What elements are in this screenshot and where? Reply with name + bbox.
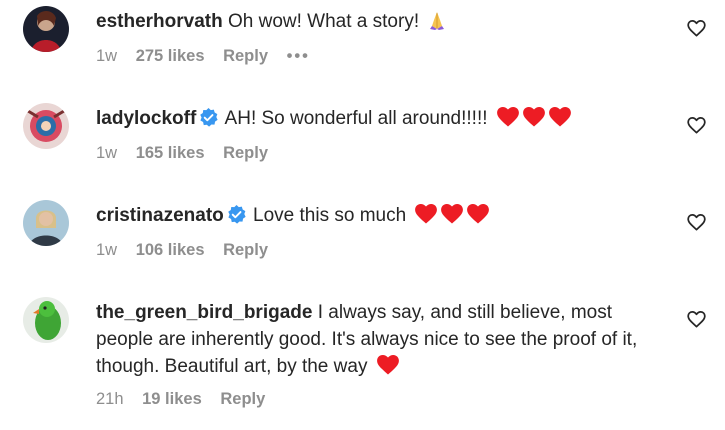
like-heart-icon[interactable]	[687, 19, 706, 38]
username[interactable]: cristinazenato	[96, 205, 224, 226]
like-heart-icon[interactable]	[687, 116, 706, 135]
three-red-hearts-icon	[411, 205, 489, 226]
comment-age: 1w	[96, 144, 118, 162]
comment-age: 1w	[96, 241, 118, 259]
username[interactable]: the_green_bird_brigade	[96, 302, 312, 323]
comment-meta: 21h 19 likes Reply	[96, 390, 279, 409]
more-options-button[interactable]: •••	[287, 47, 310, 65]
comment-text: Oh wow! What a story!	[227, 11, 420, 32]
red-heart-icon	[377, 355, 399, 375]
comment-text: Love this so much	[253, 205, 407, 226]
like-heart-icon[interactable]	[687, 213, 706, 232]
reply-button[interactable]: Reply	[223, 47, 268, 65]
avatar[interactable]	[23, 200, 69, 246]
likes-count[interactable]: 106 likes	[136, 241, 205, 259]
comment-item: cristinazenato Love this so much 1w 106 …	[0, 194, 725, 289]
comment-text: AH! So wonderful all around!!!!!	[224, 108, 488, 129]
likes-count[interactable]: 165 likes	[136, 144, 205, 162]
avatar[interactable]	[23, 103, 69, 149]
comment-item: the_green_bird_brigade I always say, and…	[0, 291, 725, 430]
comment-body: cristinazenato Love this so much	[96, 202, 671, 229]
comment-meta: 1w 165 likes Reply	[96, 144, 282, 163]
three-red-hearts-icon	[493, 108, 571, 129]
comment-meta: 1w 275 likes Reply •••	[96, 47, 324, 66]
comment-item: estherhorvath Oh wow! What a story! 1w 2…	[0, 0, 725, 95]
comment-meta: 1w 106 likes Reply	[96, 241, 282, 260]
comment-body: estherhorvath Oh wow! What a story!	[96, 8, 671, 38]
like-heart-icon[interactable]	[687, 310, 706, 329]
comment-item: ladylockoff AH! So wonderful all around!…	[0, 97, 725, 192]
username[interactable]: ladylockoff	[96, 108, 196, 129]
verified-badge-icon	[227, 205, 246, 224]
avatar[interactable]	[23, 297, 69, 343]
likes-count[interactable]: 19 likes	[142, 390, 202, 408]
praying-hands-icon	[428, 10, 446, 38]
likes-count[interactable]: 275 likes	[136, 47, 205, 65]
comment-body: the_green_bird_brigade I always say, and…	[96, 299, 671, 380]
reply-button[interactable]: Reply	[220, 390, 265, 408]
username[interactable]: estherhorvath	[96, 11, 223, 32]
verified-badge-icon	[199, 108, 218, 127]
reply-button[interactable]: Reply	[223, 241, 268, 259]
comment-age: 21h	[96, 390, 124, 408]
comment-body: ladylockoff AH! So wonderful all around!…	[96, 105, 671, 132]
avatar[interactable]	[23, 6, 69, 52]
reply-button[interactable]: Reply	[223, 144, 268, 162]
comment-age: 1w	[96, 47, 118, 65]
